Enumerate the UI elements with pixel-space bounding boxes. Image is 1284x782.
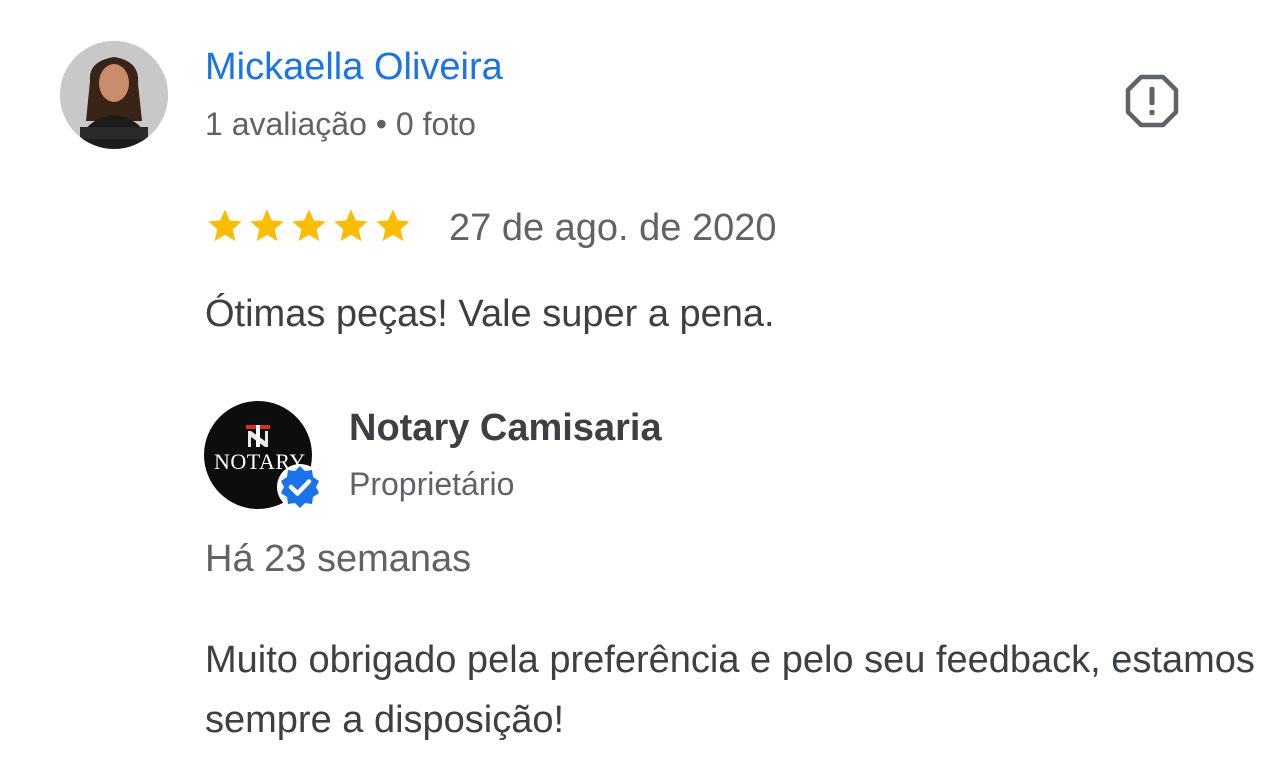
verified-badge-icon	[277, 464, 323, 510]
notary-logo-icon	[246, 425, 270, 447]
owner-name: Notary Camisaria	[349, 407, 662, 449]
star-icon	[334, 209, 368, 241]
star-icon	[250, 209, 284, 241]
star-icon	[208, 209, 242, 241]
owner-role: Proprietário	[349, 466, 515, 502]
star-rating	[205, 206, 413, 246]
reviewer-photo	[60, 41, 168, 149]
star-icon	[376, 209, 410, 241]
star-icon	[292, 209, 326, 241]
report-flag-icon[interactable]	[1124, 73, 1180, 129]
reviewer-avatar[interactable]	[60, 41, 168, 149]
reviewer-name[interactable]: Mickaella Oliveira	[205, 46, 503, 89]
reply-text: Muito obrigado pela preferência e pelo s…	[205, 639, 1255, 741]
reviewer-meta: 1 avaliação • 0 foto	[205, 106, 476, 142]
review-text: Ótimas peças! Vale super a pena.	[205, 293, 775, 335]
reply-time: Há 23 semanas	[205, 538, 472, 580]
review-date: 27 de ago. de 2020	[449, 207, 777, 249]
